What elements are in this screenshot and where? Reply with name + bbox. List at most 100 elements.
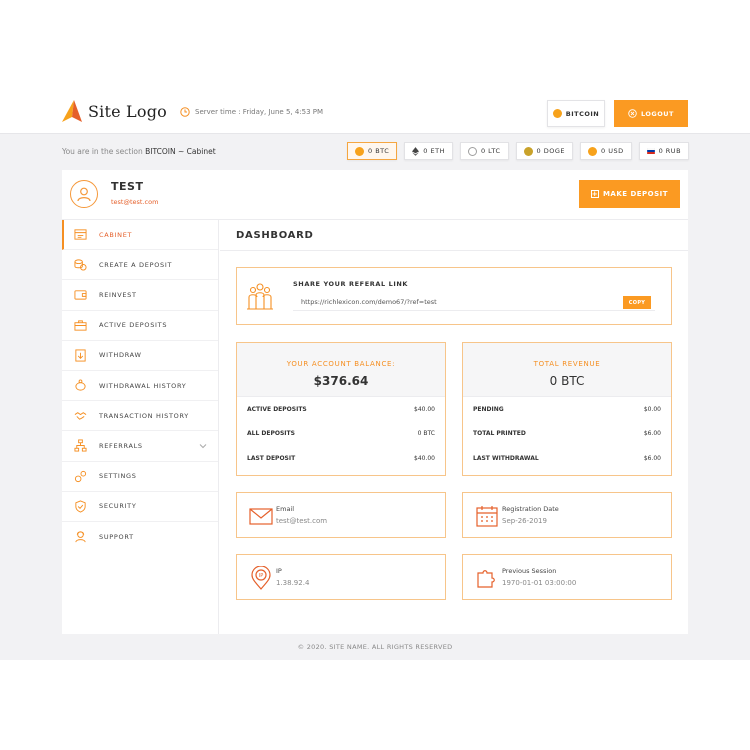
row-value: $6.00	[643, 430, 661, 438]
sidebar-item-support[interactable]: SUPPORT	[62, 522, 218, 552]
balance-row: LAST DEPOSIT $40.00	[237, 446, 445, 471]
site-logo[interactable]: Site Logo	[62, 100, 167, 122]
breadcrumb-path: BITCOIN ~ Cabinet	[145, 147, 216, 156]
envelope-icon	[249, 508, 273, 525]
divider	[220, 250, 688, 251]
clock-icon	[180, 107, 190, 117]
cabinet-card: TEST test@test.com + MAKE DEPOSIT CABINE…	[62, 170, 688, 634]
doge-icon	[523, 146, 533, 156]
sidebar-item-label: SUPPORT	[99, 532, 134, 541]
server-time: Server time : Friday, June 5, 4:53 PM	[180, 107, 323, 117]
sidebar-item-cabinet[interactable]: CABINET	[62, 220, 218, 251]
settings-icon	[74, 470, 86, 482]
sidebar-item-label: REFERRALS	[99, 441, 143, 450]
sidebar-item-label: SETTINGS	[99, 472, 137, 481]
logo-triangle-icon	[62, 100, 82, 122]
currency-tab-doge[interactable]: 0 DOGE	[515, 142, 573, 160]
email-info-box: Email test@test.com	[236, 492, 446, 538]
server-time-text: Server time : Friday, June 5, 4:53 PM	[195, 108, 324, 116]
puzzle-icon	[477, 570, 495, 588]
wallet-icon	[73, 290, 87, 301]
sidebar-item-referrals[interactable]: REFERRALS	[62, 431, 218, 462]
previous-session-label: Previous Session	[502, 567, 557, 575]
support-icon	[74, 531, 86, 543]
breadcrumb: You are in the section BITCOIN ~ Cabinet	[62, 147, 216, 156]
previous-session-value: 1970-01-01 03:00:00	[502, 579, 577, 587]
sidebar-item-reinvest[interactable]: REINVEST	[62, 280, 218, 311]
row-label: ALL DEPOSITS	[247, 430, 295, 438]
user-info-row: TEST test@test.com + MAKE DEPOSIT	[62, 170, 688, 220]
ethereum-icon	[412, 146, 420, 156]
sidebar-item-security[interactable]: SECURITY	[62, 492, 218, 522]
currency-tab-label: 0 DOGE	[536, 147, 565, 155]
revenue-row: TOTAL PRINTED $6.00	[463, 422, 671, 447]
referral-box: SHARE YOUR REFERAL LINK https://richlexi…	[236, 267, 672, 325]
bitcoin-button-label: BITCOIN	[565, 109, 600, 118]
row-label: LAST DEPOSIT	[247, 454, 296, 462]
row-value: 0 BTC	[417, 430, 435, 438]
currency-tab-label: 0 BTC	[368, 147, 390, 155]
row-label: ACTIVE DEPOSITS	[247, 405, 307, 413]
sidebar-item-withdraw[interactable]: WITHDRAW	[62, 341, 218, 371]
row-value: $6.00	[643, 454, 661, 462]
page-title: DASHBOARD	[236, 230, 314, 241]
email-label: Email	[276, 505, 295, 513]
row-label: TOTAL PRINTED	[473, 430, 526, 438]
previous-session-info-box: Previous Session 1970-01-01 03:00:00	[462, 554, 672, 600]
currency-tab-ltc[interactable]: 0 LTC	[459, 142, 509, 160]
currency-tab-label: 0 RUB	[658, 147, 682, 155]
make-deposit-label: MAKE DEPOSIT	[602, 190, 669, 198]
email-value: test@test.com	[276, 517, 328, 525]
footer-copyright: © 2020. SITE NAME. ALL RIGHTS RESERVED	[297, 643, 453, 651]
sidebar-item-settings[interactable]: SETTINGS	[62, 462, 218, 492]
currency-tab-eth[interactable]: 0 ETH	[404, 142, 453, 160]
currency-tab-label: 0 ETH	[423, 147, 445, 155]
copy-button[interactable]: COPY	[623, 296, 651, 309]
sidebar-item-active-deposits[interactable]: ACTIVE DEPOSITS	[62, 311, 218, 341]
balance-row: ACTIVE DEPOSITS $40.00	[237, 397, 445, 422]
litecoin-icon	[467, 146, 477, 156]
breadcrumb-prefix: You are in the section	[62, 147, 143, 156]
sidebar-item-label: CREATE A DEPOSIT	[99, 260, 173, 269]
currency-tabs: 0 BTC 0 ETH 0 LTC 0 DOGE 0 USD 0 RUB	[347, 142, 690, 160]
sidebar-item-label: SECURITY	[99, 502, 137, 511]
total-revenue-box: TOTAL REVENUE 0 BTC PENDING $0.00 TOTAL …	[462, 342, 672, 476]
currency-tab-label: 0 USD	[601, 147, 624, 155]
bitcoin-icon	[355, 146, 364, 156]
ip-info-box: IP IP 1.38.92.4	[236, 554, 446, 600]
registration-value: Sep-26-2019	[502, 517, 547, 525]
currency-tab-rub[interactable]: 0 RUB	[638, 142, 690, 160]
ip-label: IP	[276, 567, 282, 575]
currency-tab-btc[interactable]: 0 BTC	[347, 142, 398, 160]
registration-label: Registration Date	[502, 505, 559, 513]
network-icon	[73, 439, 87, 452]
revenue-label: TOTAL REVENUE	[533, 360, 601, 368]
sidebar: CABINET CREATE A DEPOSIT REINVEST ACTIVE…	[62, 220, 219, 634]
chevron-down-icon[interactable]	[198, 441, 208, 451]
handshake-icon	[74, 412, 86, 420]
referral-title: SHARE YOUR REFERAL LINK	[293, 280, 409, 288]
logout-button[interactable]: LOGOUT	[614, 100, 688, 127]
sidebar-item-label: ACTIVE DEPOSITS	[99, 321, 168, 330]
ip-value: 1.38.92.4	[276, 579, 310, 587]
revenue-header: TOTAL REVENUE 0 BTC	[463, 343, 671, 397]
logout-button-label: LOGOUT	[640, 109, 674, 118]
revenue-value: 0 BTC	[549, 374, 585, 388]
sidebar-item-label: WITHDRAWAL HISTORY	[99, 381, 187, 390]
balance-header: YOUR ACCOUNT BALANCE: $376.64	[237, 343, 445, 397]
sidebar-item-create-deposit[interactable]: CREATE A DEPOSIT	[62, 250, 218, 281]
sidebar-item-withdrawal-history[interactable]: WITHDRAWAL HISTORY	[62, 371, 218, 402]
logo-text: Site Logo	[88, 101, 167, 121]
usd-icon	[588, 146, 597, 156]
registration-info-box: Registration Date Sep-26-2019	[462, 492, 672, 538]
sidebar-item-transaction-history[interactable]: TRANSACTION HISTORY	[62, 401, 218, 432]
revenue-row: PENDING $0.00	[463, 397, 671, 422]
referral-link-input[interactable]: https://richlexicon.com/demo67/?ref=test	[293, 294, 655, 311]
main-content: DASHBOARD SHARE YOUR REFERAL LINK https:…	[220, 220, 688, 634]
bitcoin-button[interactable]: BITCOIN	[547, 100, 605, 127]
referral-people-icon	[247, 283, 273, 310]
close-circle-icon	[628, 109, 637, 118]
make-deposit-button[interactable]: + MAKE DEPOSIT	[579, 180, 680, 208]
currency-tab-usd[interactable]: 0 USD	[580, 142, 632, 160]
row-value: $40.00	[414, 454, 435, 462]
